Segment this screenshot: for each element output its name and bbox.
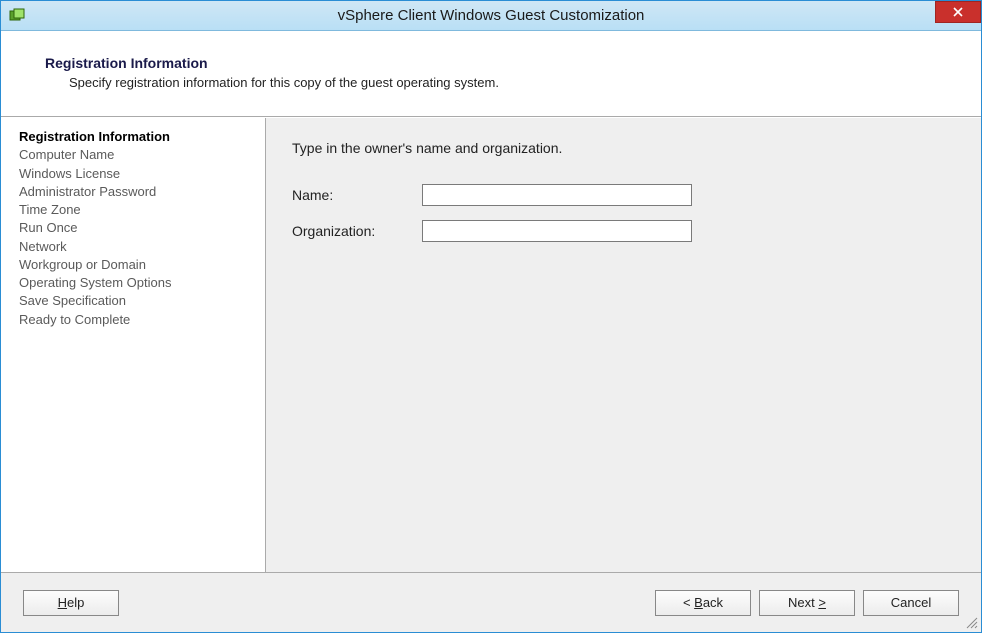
close-button[interactable] <box>935 1 981 23</box>
resize-grip-icon <box>964 615 978 629</box>
next-button[interactable]: Next > <box>759 590 855 616</box>
name-label: Name: <box>292 187 422 203</box>
organization-label: Organization: <box>292 223 422 239</box>
window-title: vSphere Client Windows Guest Customizati… <box>1 7 981 24</box>
client-area: Registration Information Specify registr… <box>1 31 981 632</box>
wizard-step-item[interactable]: Computer Name <box>19 146 253 164</box>
wizard-window: vSphere Client Windows Guest Customizati… <box>0 0 982 633</box>
wizard-footer: Help < Back Next > Cancel <box>1 572 981 632</box>
wizard-step-item[interactable]: Registration Information <box>19 128 253 146</box>
wizard-content: Type in the owner's name and organizatio… <box>266 118 981 572</box>
name-row: Name: <box>292 184 971 206</box>
next-accel: > <box>818 595 826 610</box>
wizard-body: Registration InformationComputer NameWin… <box>1 117 981 572</box>
wizard-step-item[interactable]: Save Specification <box>19 292 253 310</box>
close-icon <box>953 7 963 17</box>
name-input[interactable] <box>422 184 692 206</box>
back-accel: B <box>694 595 703 610</box>
help-text: elp <box>67 595 84 610</box>
back-rest: ack <box>703 595 723 610</box>
cancel-button[interactable]: Cancel <box>863 590 959 616</box>
wizard-step-item[interactable]: Administrator Password <box>19 183 253 201</box>
wizard-step-item[interactable]: Time Zone <box>19 201 253 219</box>
wizard-step-item[interactable]: Run Once <box>19 219 253 237</box>
app-icon <box>7 6 27 26</box>
footer-right-group: < Back Next > Cancel <box>647 590 959 616</box>
back-button[interactable]: < Back <box>655 590 751 616</box>
titlebar[interactable]: vSphere Client Windows Guest Customizati… <box>1 1 981 31</box>
organization-row: Organization: <box>292 220 971 242</box>
wizard-step-item[interactable]: Network <box>19 238 253 256</box>
next-prefix: Next <box>788 595 818 610</box>
help-accel: H <box>58 595 67 610</box>
page-title: Registration Information <box>45 55 937 71</box>
back-prefix: < <box>683 595 694 610</box>
help-button[interactable]: Help <box>23 590 119 616</box>
wizard-steps-sidebar: Registration InformationComputer NameWin… <box>1 118 266 572</box>
page-subtitle: Specify registration information for thi… <box>69 75 937 90</box>
organization-input[interactable] <box>422 220 692 242</box>
content-instruction: Type in the owner's name and organizatio… <box>292 140 971 156</box>
wizard-step-item[interactable]: Windows License <box>19 165 253 183</box>
wizard-step-item[interactable]: Operating System Options <box>19 274 253 292</box>
wizard-step-item[interactable]: Ready to Complete <box>19 311 253 329</box>
wizard-step-item[interactable]: Workgroup or Domain <box>19 256 253 274</box>
wizard-header: Registration Information Specify registr… <box>1 31 981 117</box>
